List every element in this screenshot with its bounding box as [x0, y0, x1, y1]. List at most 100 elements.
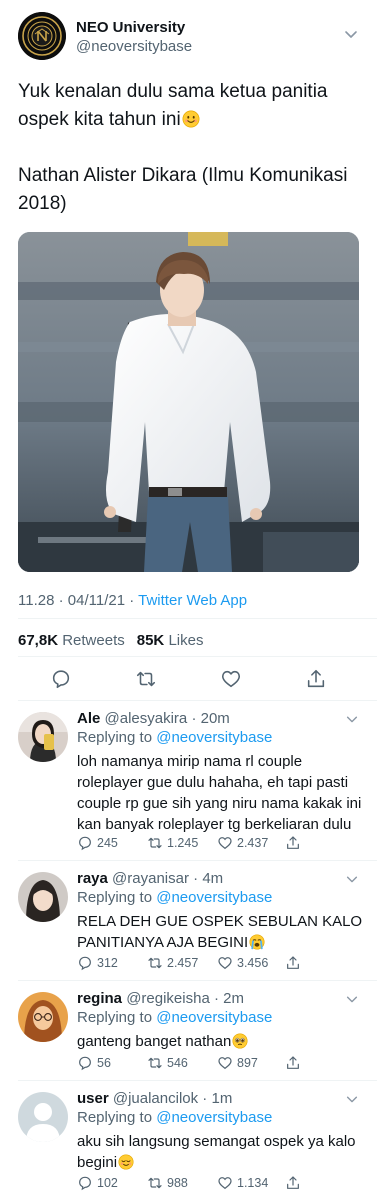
- reply-button[interactable]: 56: [77, 1054, 111, 1072]
- reply-author-name[interactable]: regina: [77, 990, 122, 1007]
- chevron-down-icon[interactable]: [345, 872, 359, 886]
- retweet-icon: [148, 1057, 162, 1069]
- pleading-face-emoji-icon: [232, 1033, 248, 1049]
- reply-header: user @jualancilok · 1m: [77, 1090, 232, 1107]
- reply-button[interactable]: 245: [77, 834, 118, 852]
- retweet-count: 2.457: [167, 956, 199, 970]
- reply-text: loh namanya mirip nama rl couple rolepla…: [77, 753, 362, 833]
- reply-time: 1m: [211, 1090, 233, 1107]
- reply-text: aku sih langsung semangat ospek ya kalo …: [77, 1131, 367, 1173]
- replying-to-mention[interactable]: @neoversitybase: [156, 1009, 272, 1026]
- meta-separator-dot: ·: [209, 990, 224, 1007]
- chevron-down-icon[interactable]: [345, 992, 359, 1006]
- tweet-photo[interactable]: [18, 232, 359, 572]
- retweet-icon: [148, 837, 162, 849]
- share-button[interactable]: [285, 834, 301, 852]
- retweet-count: 988: [167, 1176, 188, 1190]
- like-icon[interactable]: [220, 668, 242, 690]
- retweets-label: Retweets: [62, 632, 125, 649]
- replying-to-mention[interactable]: @neoversitybase: [156, 1109, 272, 1126]
- replying-to: Replying to @neoversitybase: [77, 1109, 272, 1126]
- retweet-button[interactable]: 1.245: [147, 834, 198, 852]
- share-icon[interactable]: [305, 668, 327, 690]
- reply-icon: [79, 1056, 91, 1071]
- chevron-down-icon[interactable]: [343, 26, 359, 42]
- reply-author-name[interactable]: Ale: [77, 710, 100, 727]
- reply-time: 4m: [202, 870, 224, 887]
- like-icon: [218, 1057, 232, 1070]
- retweet-button[interactable]: 988: [147, 1174, 188, 1192]
- reply-button[interactable]: 312: [77, 954, 118, 972]
- share-icon: [287, 956, 299, 969]
- avatar[interactable]: [18, 872, 68, 922]
- reply-text: ganteng banget nathan: [77, 1031, 367, 1052]
- share-button[interactable]: [285, 954, 301, 972]
- reply-count: 102: [97, 1176, 118, 1190]
- avatar[interactable]: [18, 992, 68, 1042]
- like-button[interactable]: 3.456: [217, 954, 268, 972]
- reply-tweet[interactable]: regina @regikeisha · 2m Replying to @neo…: [0, 980, 377, 1080]
- share-button[interactable]: [285, 1174, 301, 1192]
- reply-author-handle[interactable]: @alesyakira: [105, 710, 188, 727]
- replying-to-mention[interactable]: @neoversitybase: [156, 729, 272, 746]
- replying-to-mention[interactable]: @neoversitybase: [156, 889, 272, 906]
- reply-author-name[interactable]: raya: [77, 870, 108, 887]
- retweet-icon: [148, 957, 162, 969]
- replying-to: Replying to @neoversitybase: [77, 729, 272, 746]
- likes-count: 85K: [136, 632, 165, 649]
- chevron-down-icon[interactable]: [345, 712, 359, 726]
- reply-button[interactable]: 102: [77, 1174, 118, 1192]
- like-count: 3.456: [237, 956, 269, 970]
- replying-to-label: Replying to: [77, 1009, 153, 1026]
- like-button[interactable]: 1.134: [217, 1174, 268, 1192]
- share-icon: [287, 1176, 299, 1189]
- reply-icon[interactable]: [50, 668, 72, 690]
- tweet-text-line-2: Nathan Alister Dikara (Ilmu Komunikasi 2…: [18, 165, 348, 214]
- reply-icon: [79, 1176, 91, 1191]
- like-button[interactable]: 897: [217, 1054, 258, 1072]
- tweet-header: NEO University @neoversitybase: [18, 12, 363, 62]
- divider: [18, 618, 377, 619]
- reply-author-name[interactable]: user: [77, 1090, 109, 1107]
- meta-separator-dot: ·: [188, 870, 203, 887]
- like-count: 897: [237, 1056, 258, 1070]
- avatar[interactable]: [18, 712, 68, 762]
- reply-tweet[interactable]: raya @rayanisar · 4m Replying to @neover…: [0, 860, 377, 980]
- like-button[interactable]: 2.437: [217, 834, 268, 852]
- reply-action-bar: 245 1.245 2.437: [77, 834, 357, 852]
- reply-text-body: RELA DEH GUE OSPEK SEBULAN KALO PANITIAN…: [77, 913, 363, 951]
- reply-header: Ale @alesyakira · 20m: [77, 710, 230, 727]
- reply-author-handle[interactable]: @rayanisar: [112, 870, 189, 887]
- reply-count: 56: [97, 1056, 111, 1070]
- meta-separator-dot: ·: [187, 710, 201, 727]
- replying-to: Replying to @neoversitybase: [77, 1009, 272, 1026]
- likes-count-link[interactable]: 85K Likes: [137, 632, 204, 649]
- tweet-text: Yuk kenalan dulu sama ketua panitia ospe…: [18, 78, 358, 218]
- reply-tweet[interactable]: Ale @alesyakira · 20m Replying to @neove…: [0, 700, 377, 860]
- replying-to: Replying to @neoversitybase: [77, 889, 272, 906]
- share-button[interactable]: [285, 1054, 301, 1072]
- retweet-button[interactable]: 2.457: [147, 954, 198, 972]
- reply-text: RELA DEH GUE OSPEK SEBULAN KALO PANITIAN…: [77, 911, 367, 953]
- retweets-count-link[interactable]: 67,8K Retweets: [18, 632, 125, 649]
- like-icon: [218, 957, 232, 970]
- author-name[interactable]: NEO University: [76, 19, 185, 36]
- chevron-down-icon[interactable]: [345, 1092, 359, 1106]
- replying-to-label: Replying to: [77, 889, 153, 906]
- retweet-icon[interactable]: [135, 668, 157, 690]
- tweet-source-app-link[interactable]: Twitter Web App: [138, 592, 247, 609]
- retweet-icon: [148, 1177, 162, 1189]
- author-handle[interactable]: @neoversitybase: [76, 38, 192, 55]
- reply-author-handle[interactable]: @jualancilok: [113, 1090, 198, 1107]
- relieved-face-emoji-icon: [118, 1154, 134, 1170]
- reply-tweet[interactable]: user @jualancilok · 1m Replying to @neov…: [0, 1080, 377, 1200]
- meta-separator-dot: ·: [58, 592, 68, 609]
- retweet-button[interactable]: 546: [147, 1054, 188, 1072]
- reply-count: 245: [97, 836, 118, 850]
- tweet-date: 04/11/21: [67, 592, 126, 609]
- default-avatar[interactable]: [18, 1092, 68, 1142]
- like-icon: [218, 1177, 232, 1190]
- author-avatar[interactable]: [18, 12, 66, 60]
- reply-author-handle[interactable]: @regikeisha: [126, 990, 210, 1007]
- smiling-face-emoji-icon: [182, 110, 200, 128]
